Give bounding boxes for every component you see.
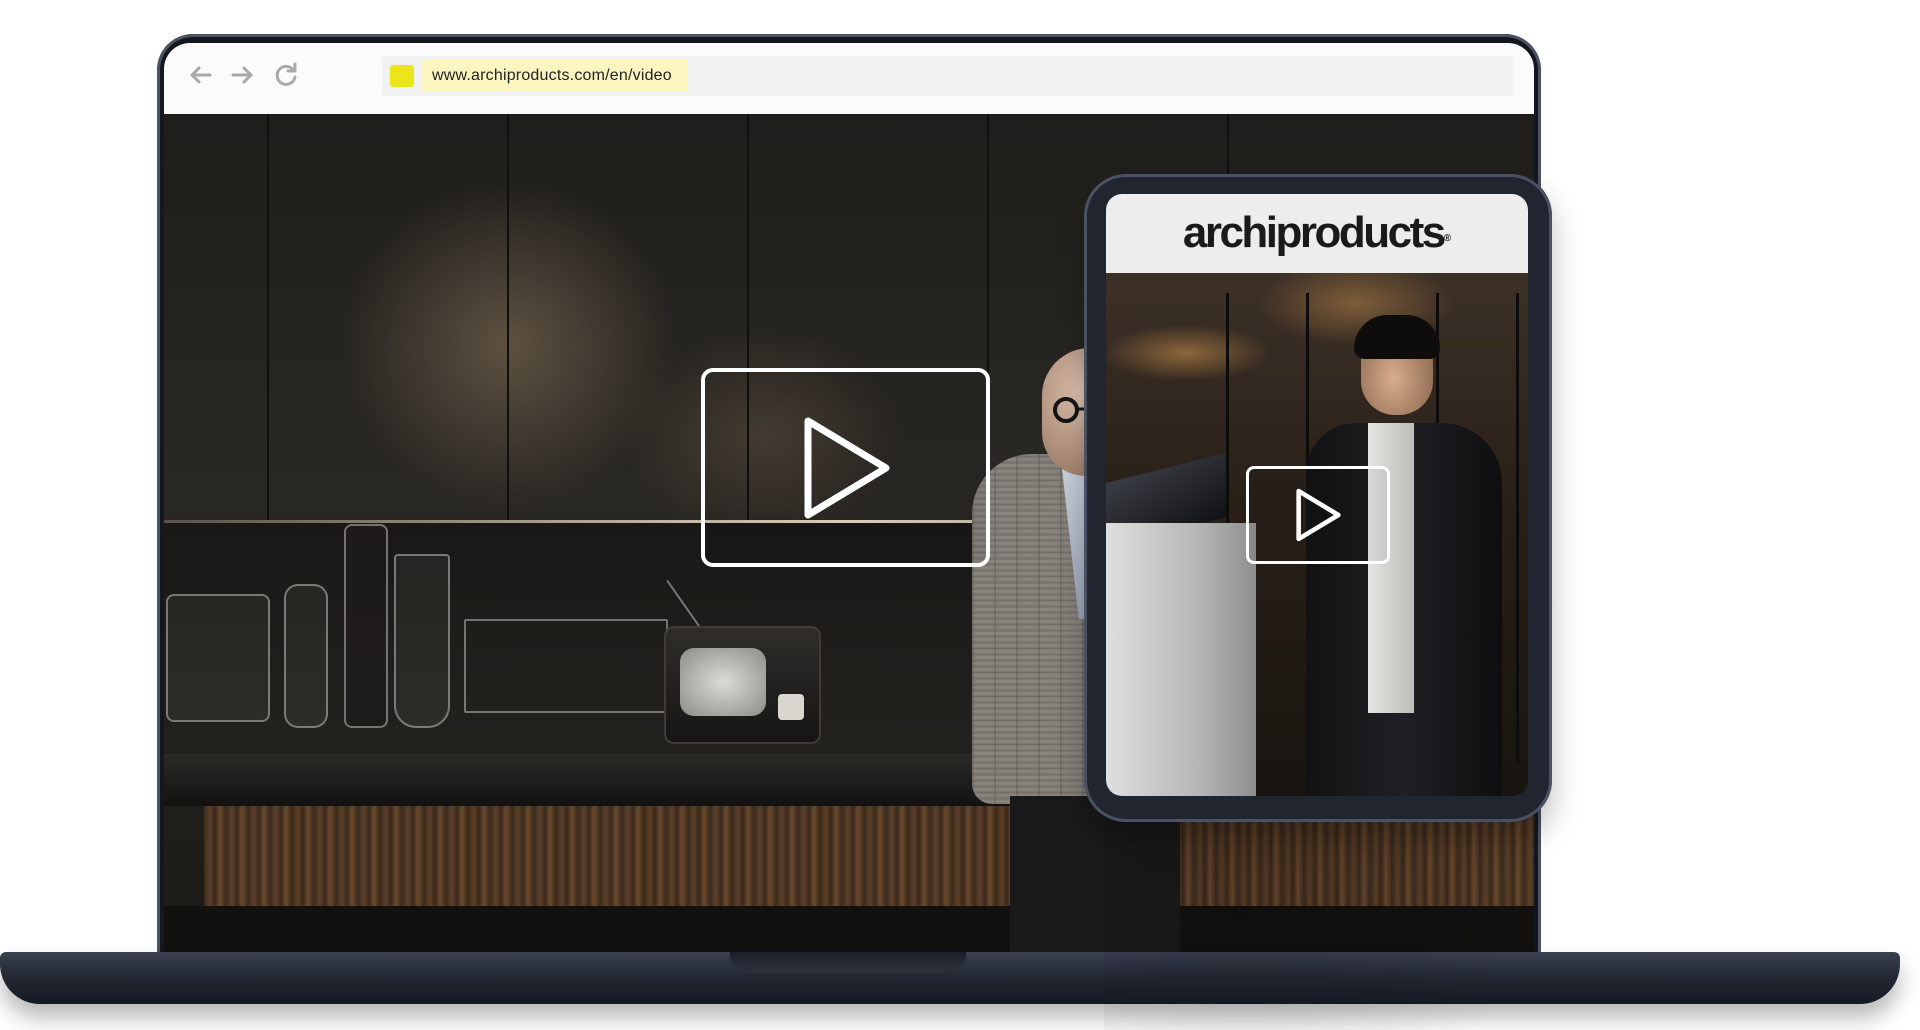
address-bar[interactable]: www.archiproducts.com/en/video — [382, 56, 1513, 96]
video-play-button[interactable] — [701, 368, 990, 567]
arrow-left-icon — [190, 66, 212, 84]
glass-bottle — [284, 584, 328, 728]
reload-icon — [275, 62, 297, 86]
forward-button[interactable] — [227, 59, 259, 91]
glass-flask — [394, 554, 450, 728]
dark-bottle — [344, 524, 388, 728]
lectern — [1106, 523, 1256, 796]
back-button[interactable] — [184, 59, 216, 91]
arrow-right-icon — [231, 66, 253, 84]
browser-toolbar: www.archiproducts.com/en/video — [164, 43, 1534, 114]
window-frame — [1516, 293, 1519, 763]
tablet-screen: archiproducts® — [1106, 194, 1528, 796]
designer-hair — [1354, 315, 1440, 359]
site-favicon — [390, 65, 414, 87]
cabinet-panel-seam — [267, 114, 269, 521]
tablet-video-poster[interactable] — [1106, 273, 1528, 796]
tv-knob — [778, 694, 804, 720]
glass-vase — [166, 594, 270, 722]
cabinet-panel-seam — [507, 114, 509, 521]
tablet-header: archiproducts® — [1106, 194, 1528, 273]
registered-mark: ® — [1443, 233, 1452, 244]
tablet-video-play-button[interactable] — [1246, 466, 1390, 564]
archiproducts-logo[interactable]: archiproducts® — [1106, 202, 1528, 264]
vintage-tv — [666, 628, 819, 742]
tv-screen — [680, 648, 766, 716]
reload-button[interactable] — [270, 59, 302, 91]
play-icon — [804, 417, 889, 518]
play-icon — [1296, 488, 1341, 542]
url-text[interactable]: www.archiproducts.com/en/video — [422, 60, 688, 92]
brand-name: archiproducts — [1182, 208, 1446, 257]
laptop-notch — [730, 952, 966, 972]
glass-case — [464, 619, 668, 713]
